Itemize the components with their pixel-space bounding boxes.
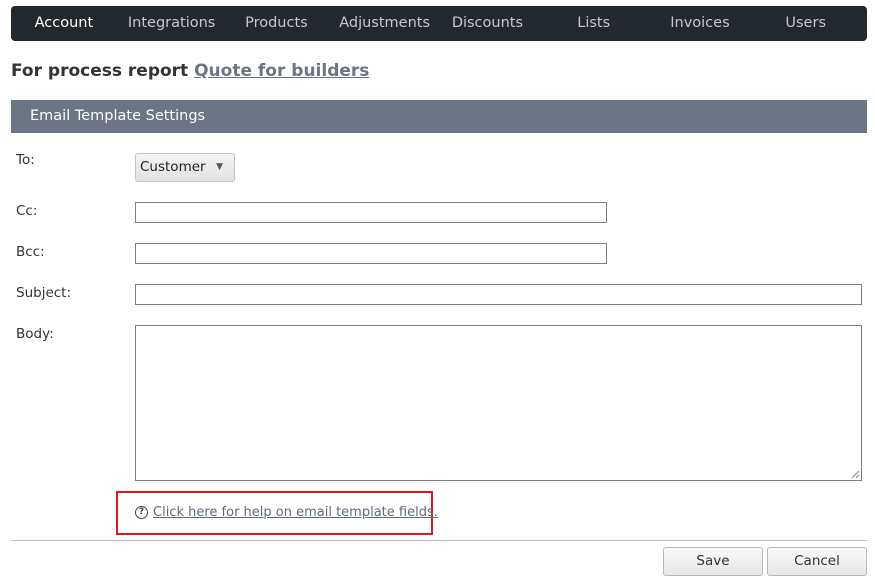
to-label: To: bbox=[16, 152, 35, 168]
cc-label: Cc: bbox=[16, 203, 38, 219]
process-report-link[interactable]: Quote for builders bbox=[194, 61, 369, 81]
cc-input[interactable] bbox=[135, 202, 607, 223]
chevron-down-icon: ▼ bbox=[216, 162, 223, 172]
subject-input[interactable] bbox=[135, 284, 862, 305]
page-title: For process report Quote for builders bbox=[11, 61, 369, 81]
bcc-input[interactable] bbox=[135, 243, 607, 264]
help-link[interactable]: Click here for help on email template fi… bbox=[153, 505, 438, 520]
save-button[interactable]: Save bbox=[663, 547, 763, 576]
nav-item-discounts[interactable]: Discounts bbox=[443, 6, 532, 41]
nav-item-users[interactable]: Users bbox=[744, 6, 867, 41]
bcc-label: Bcc: bbox=[16, 244, 45, 260]
resize-grip-icon[interactable] bbox=[851, 470, 860, 479]
nav-item-adjustments[interactable]: Adjustments bbox=[326, 6, 443, 41]
cancel-button[interactable]: Cancel bbox=[767, 547, 867, 576]
nav-item-products[interactable]: Products bbox=[226, 6, 326, 41]
section-header: Email Template Settings bbox=[11, 100, 867, 133]
body-textarea[interactable] bbox=[135, 325, 862, 481]
nav-item-integrations[interactable]: Integrations bbox=[117, 6, 227, 41]
to-select-value: Customer bbox=[140, 159, 206, 175]
nav-item-invoices[interactable]: Invoices bbox=[655, 6, 744, 41]
body-label: Body: bbox=[16, 326, 54, 342]
help-row: ? Click here for help on email template … bbox=[135, 505, 438, 520]
question-circle-icon: ? bbox=[135, 506, 148, 519]
nav-item-lists[interactable]: Lists bbox=[532, 6, 656, 41]
top-nav-bar: Account Integrations Products Adjustment… bbox=[11, 6, 867, 41]
subject-label: Subject: bbox=[16, 285, 72, 301]
nav-item-account[interactable]: Account bbox=[11, 6, 117, 41]
page-title-prefix: For process report bbox=[11, 61, 189, 81]
to-select[interactable]: Customer ▼ bbox=[135, 153, 235, 182]
footer-divider bbox=[11, 540, 867, 541]
